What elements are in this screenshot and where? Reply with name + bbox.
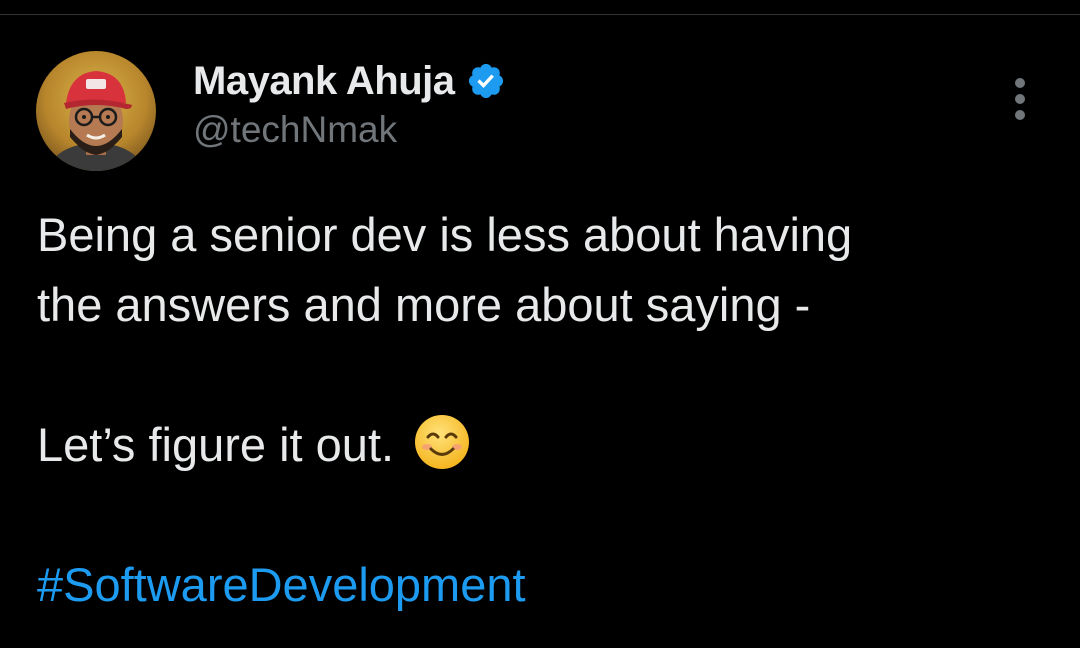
tweet-line-2: the answers and more about saying -	[37, 278, 811, 331]
more-vertical-icon	[1015, 78, 1025, 88]
avatar-photo-icon	[36, 51, 156, 171]
paragraph-gap-2	[37, 480, 1047, 550]
display-name[interactable]: Mayank Ahuja	[193, 59, 455, 104]
name-row: Mayank Ahuja	[193, 55, 506, 107]
more-vertical-icon-dot-2	[1015, 94, 1025, 104]
user-info: Mayank Ahuja @techNmak	[193, 55, 506, 165]
tweet-line-3-row: Let’s figure it out.	[37, 410, 1047, 480]
user-handle[interactable]: @techNmak	[193, 109, 506, 151]
avatar[interactable]	[36, 51, 156, 171]
tweet-line-1: Being a senior dev is less about having	[37, 208, 853, 261]
verified-badge-icon	[466, 61, 506, 101]
smiling-face-icon	[413, 413, 471, 471]
hashtag-row: #SoftwareDevelopment	[37, 550, 1047, 620]
more-options-button[interactable]	[1004, 78, 1036, 120]
tweet-text: Being a senior dev is less about having …	[37, 200, 1047, 620]
tweet: Mayank Ahuja @techNmak Being a senior de…	[0, 0, 1080, 648]
tweet-line-3: Let’s figure it out.	[37, 418, 395, 471]
hashtag-link[interactable]: #SoftwareDevelopment	[37, 558, 526, 611]
more-vertical-icon-dot-3	[1015, 110, 1025, 120]
